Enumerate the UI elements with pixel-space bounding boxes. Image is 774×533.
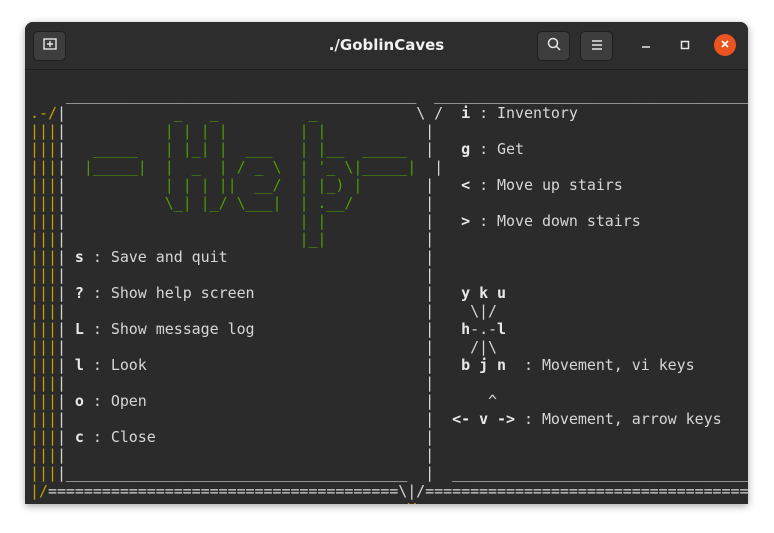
maximize-button[interactable]: [674, 34, 696, 56]
minimize-button[interactable]: [635, 34, 657, 56]
close-icon: [720, 38, 730, 52]
hamburger-menu-icon: [590, 37, 604, 56]
terminal-window: ./GoblinCaves __________________________…: [25, 22, 748, 504]
search-icon: [546, 36, 562, 56]
terminal-content[interactable]: _______________________________________ …: [25, 70, 748, 504]
titlebar: ./GoblinCaves: [25, 22, 748, 70]
search-button[interactable]: [537, 31, 570, 61]
maximize-icon: [679, 36, 691, 55]
minimize-icon: [640, 36, 652, 55]
close-button[interactable]: [714, 34, 736, 56]
menu-button[interactable]: [580, 31, 613, 61]
help-screen: _______________________________________ …: [30, 86, 748, 504]
